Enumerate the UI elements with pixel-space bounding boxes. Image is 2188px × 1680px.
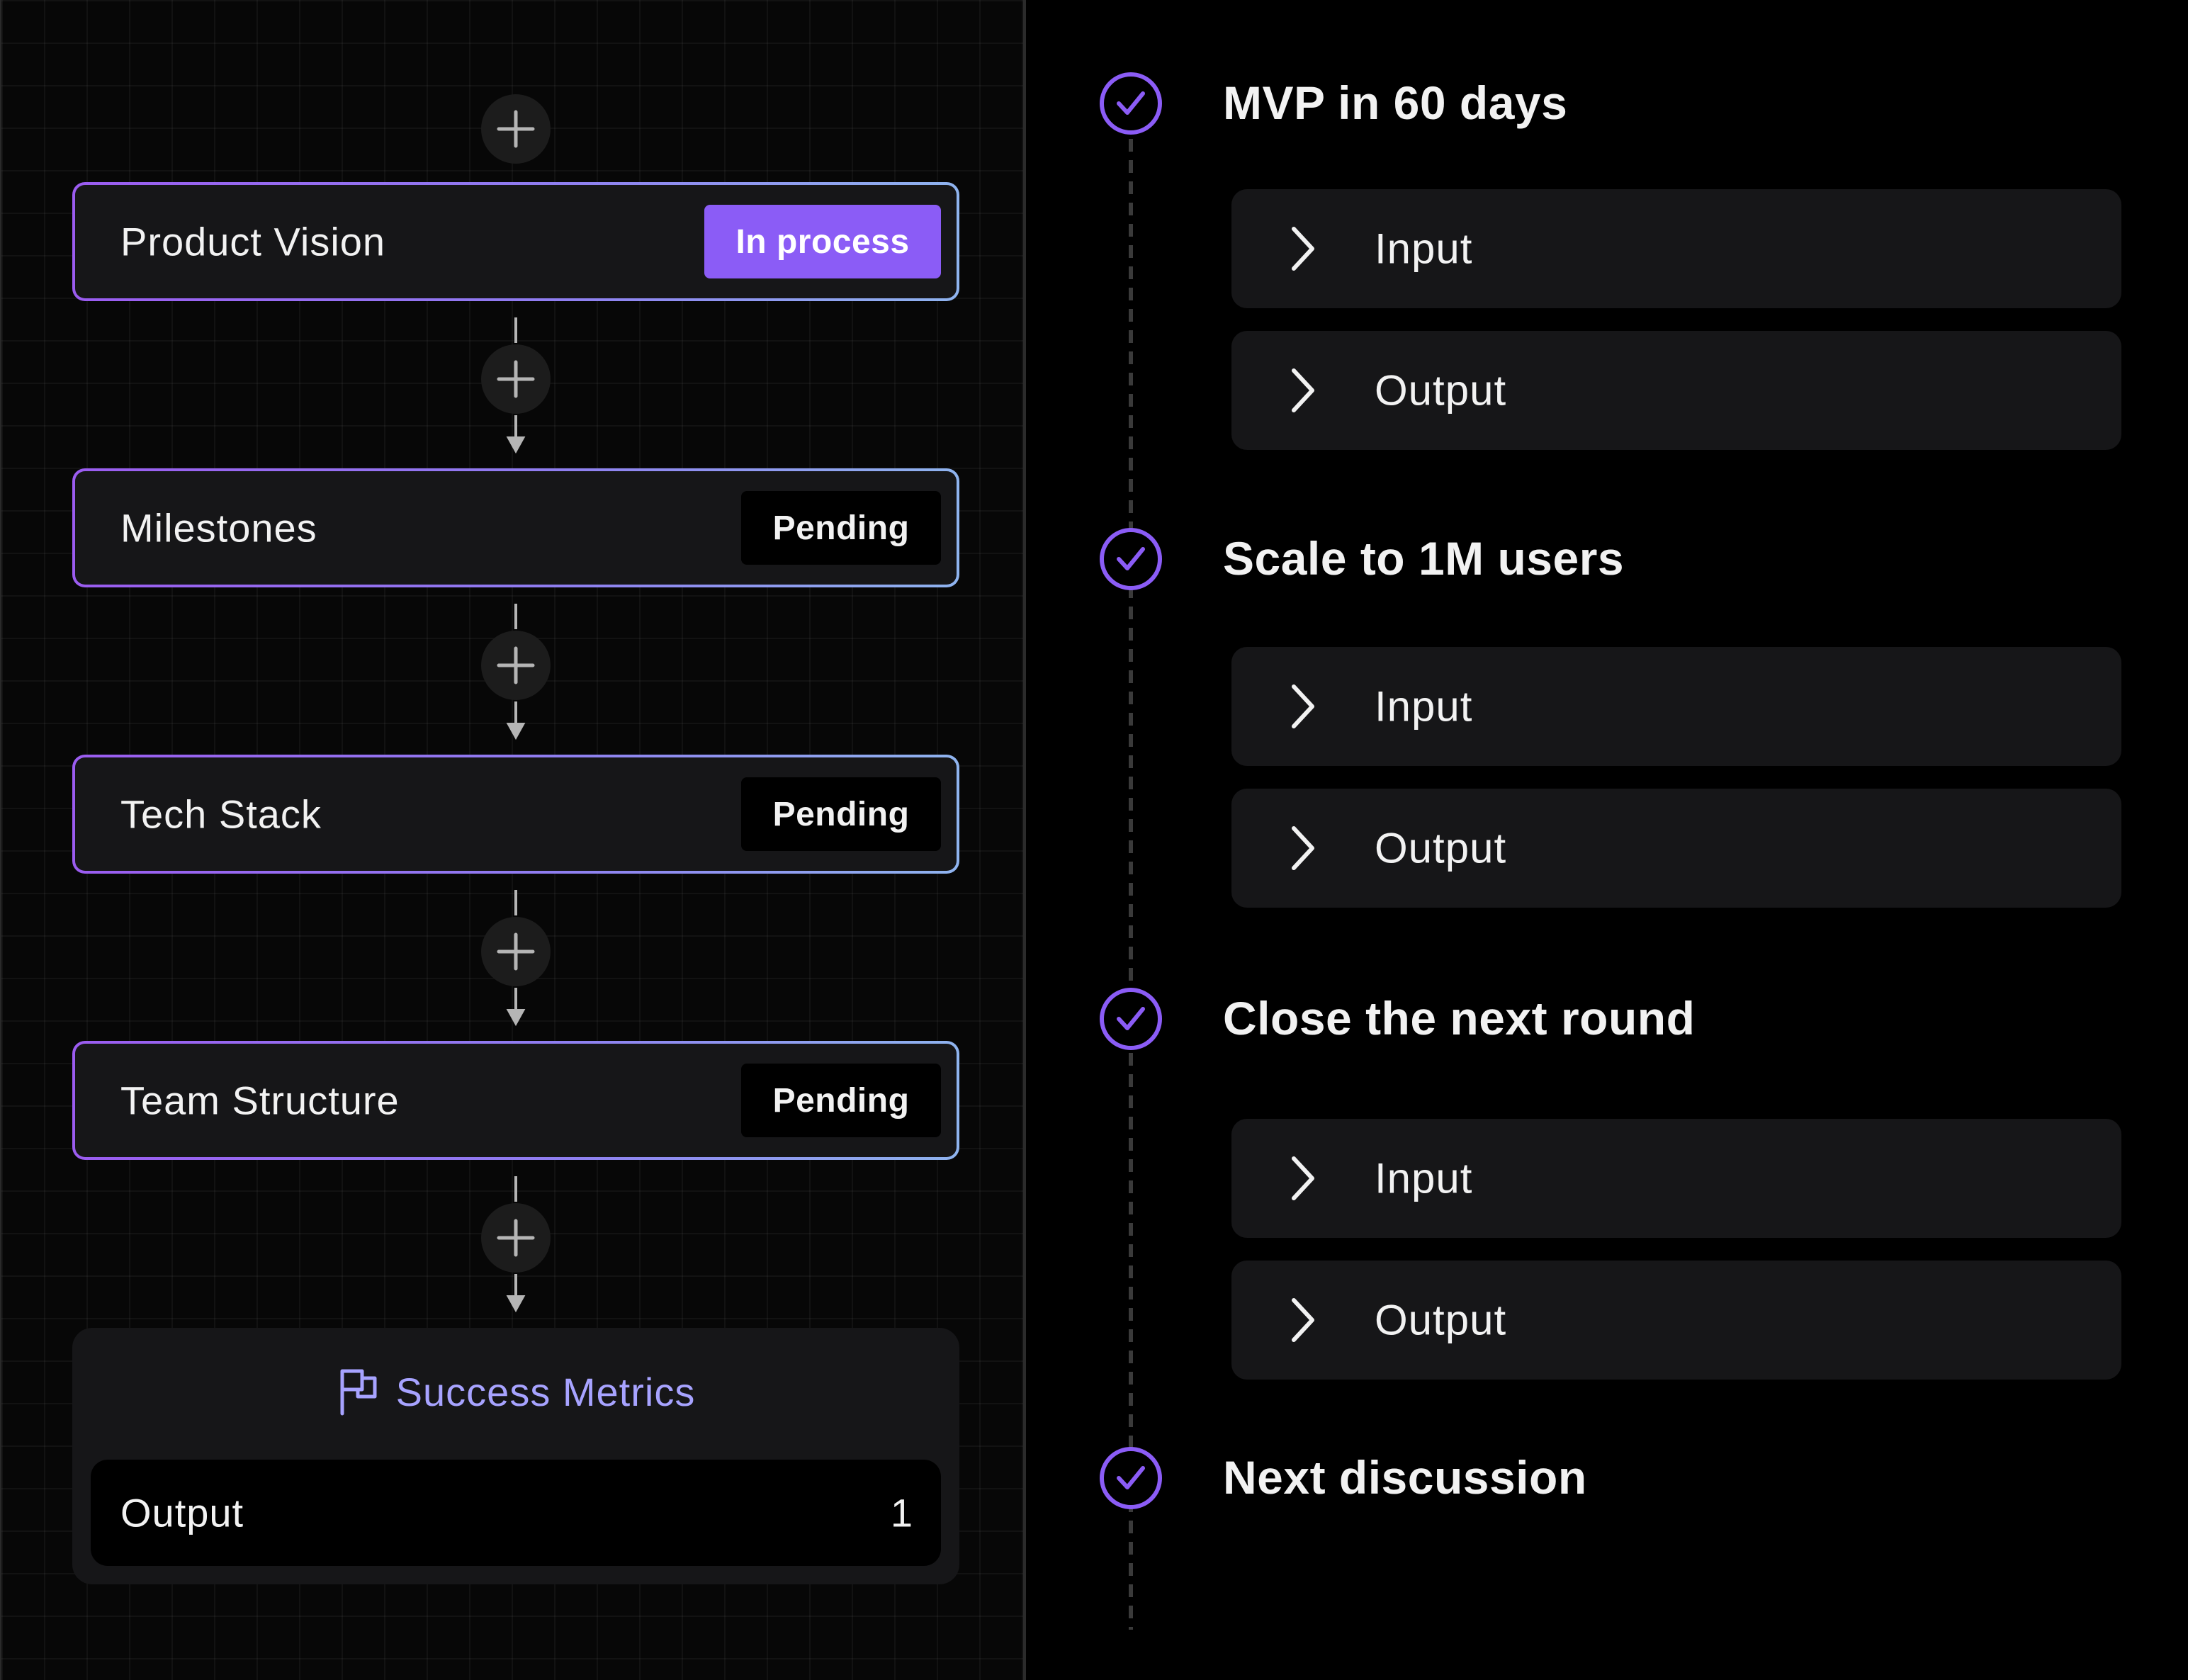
add-step-button[interactable] xyxy=(481,94,551,164)
input-expander[interactable]: Input xyxy=(1231,189,2121,308)
add-step-button[interactable] xyxy=(481,344,551,414)
check-circle-icon xyxy=(1100,988,1162,1050)
chevron-right-icon xyxy=(1292,368,1314,412)
milestone-title: Next discussion xyxy=(1223,1451,1587,1504)
add-step-button[interactable] xyxy=(481,631,551,700)
timeline-panel: MVP in 60 days Input Output Scale to 1M … xyxy=(1029,0,2188,1680)
plus-icon xyxy=(497,110,535,148)
expander-label: Output xyxy=(1375,1296,1507,1344)
metrics-output-field[interactable]: Output 1 xyxy=(91,1460,941,1566)
chevron-right-icon xyxy=(1292,1156,1314,1200)
workflow-panel: Product Vision In process Milestones Pen… xyxy=(0,0,1026,1680)
expander-label: Input xyxy=(1375,1154,1473,1202)
output-expander[interactable]: Output xyxy=(1231,789,2121,908)
step-title: Product Vision xyxy=(120,219,386,264)
input-expander[interactable]: Input xyxy=(1231,647,2121,766)
success-metrics-header: Success Metrics xyxy=(72,1363,959,1420)
step-card-team-structure[interactable]: Team Structure Pending xyxy=(72,1041,959,1160)
step-card-tech-stack[interactable]: Tech Stack Pending xyxy=(72,755,959,874)
step-title: Tech Stack xyxy=(120,791,322,837)
success-metrics-title: Success Metrics xyxy=(395,1369,696,1414)
expander-label: Input xyxy=(1375,682,1473,731)
step-card-milestones[interactable]: Milestones Pending xyxy=(72,468,959,587)
metrics-output-value: 1 xyxy=(890,1490,913,1535)
status-badge: In process xyxy=(704,205,941,278)
metrics-output-label: Output xyxy=(120,1490,244,1535)
expander-label: Output xyxy=(1375,824,1507,872)
step-title: Milestones xyxy=(120,505,317,551)
output-expander[interactable]: Output xyxy=(1231,331,2121,450)
milestone-title: Scale to 1M users xyxy=(1223,532,1625,585)
milestone-title: Close the next round xyxy=(1223,992,1696,1044)
step-title: Team Structure xyxy=(120,1078,400,1123)
output-expander[interactable]: Output xyxy=(1231,1261,2121,1380)
expander-label: Input xyxy=(1375,225,1473,273)
check-circle-icon xyxy=(1100,528,1162,590)
plus-icon xyxy=(497,932,535,971)
plus-icon xyxy=(497,646,535,684)
status-badge: Pending xyxy=(741,777,941,851)
chevron-right-icon xyxy=(1292,227,1314,271)
expander-label: Output xyxy=(1375,366,1507,415)
chevron-right-icon xyxy=(1292,684,1314,728)
chevron-right-icon xyxy=(1292,1298,1314,1342)
success-metrics-card[interactable]: Success Metrics Output 1 xyxy=(72,1328,959,1584)
check-circle-icon xyxy=(1100,72,1162,135)
plus-icon xyxy=(497,360,535,398)
status-badge: Pending xyxy=(741,491,941,565)
milestone-title: MVP in 60 days xyxy=(1223,77,1568,129)
add-step-button[interactable] xyxy=(481,1203,551,1273)
check-circle-icon xyxy=(1100,1447,1162,1509)
flag-icon xyxy=(340,1369,377,1416)
add-step-button[interactable] xyxy=(481,917,551,986)
plus-icon xyxy=(497,1219,535,1257)
status-badge: Pending xyxy=(741,1064,941,1137)
input-expander[interactable]: Input xyxy=(1231,1119,2121,1238)
step-card-product-vision[interactable]: Product Vision In process xyxy=(72,182,959,301)
chevron-right-icon xyxy=(1292,826,1314,870)
